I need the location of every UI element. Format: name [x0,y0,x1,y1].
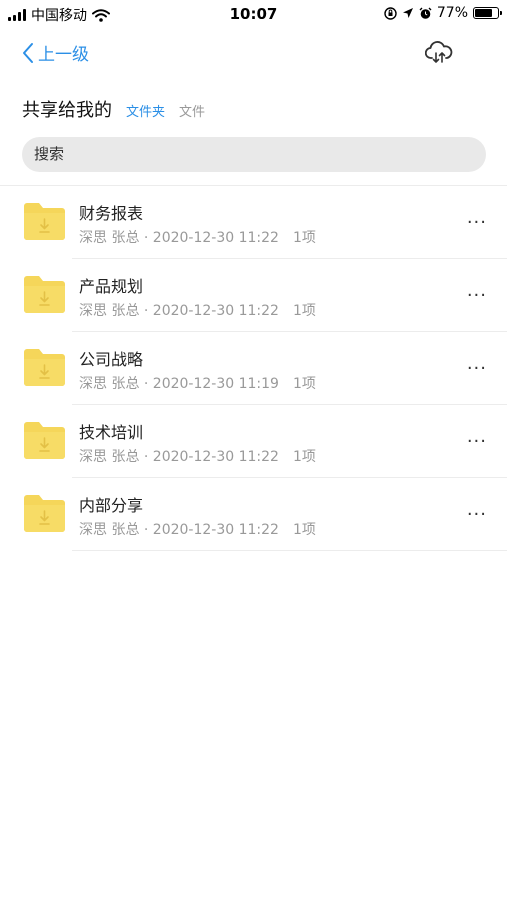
battery-fill [475,9,492,17]
folder-meta: 深思 张总 · 2020-12-30 11:22 1项 [79,300,316,320]
shared-folder-icon [22,273,67,315]
status-right: 77% [384,5,502,21]
folder-row[interactable]: 财务报表 深思 张总 · 2020-12-30 11:22 1项 ··· [0,186,507,259]
folder-name: 公司战略 [79,350,144,369]
back-label: 上一级 [38,45,89,65]
nav-bar: 上一级 [0,34,507,74]
folder-owner-date: 深思 张总 · 2020-12-30 11:22 [79,522,279,538]
alarm-icon [419,7,432,19]
folder-name: 财务报表 [79,204,144,223]
more-options-icon[interactable]: ··· [467,285,487,306]
cloud-transfer-icon[interactable] [425,40,453,66]
folder-row[interactable]: 公司战略 深思 张总 · 2020-12-30 11:19 1项 ··· [0,332,507,405]
folder-meta: 深思 张总 · 2020-12-30 11:19 1项 [79,373,316,393]
filter-folder-tab[interactable]: 文件夹 [126,101,165,120]
status-bar: 中国移动 10:07 77% [0,0,507,28]
folder-row[interactable]: 技术培训 深思 张总 · 2020-12-30 11:22 1项 ··· [0,405,507,478]
folder-count: 1项 [292,522,316,538]
folder-count: 1项 [292,376,316,392]
folder-owner-date: 深思 张总 · 2020-12-30 11:22 [79,230,279,246]
more-options-icon[interactable]: ··· [467,212,487,233]
folder-row[interactable]: 内部分享 深思 张总 · 2020-12-30 11:22 1项 ··· [0,478,507,551]
more-options-icon[interactable]: ··· [467,504,487,525]
battery-icon [473,7,502,19]
more-options-icon[interactable]: ··· [467,358,487,379]
folder-count: 1项 [292,230,316,246]
shared-folder-icon [22,346,67,388]
row-divider [72,550,507,551]
folder-owner-date: 深思 张总 · 2020-12-30 11:22 [79,449,279,465]
title-row: 共享给我的 文件夹 文件 [22,96,205,122]
filter-file-tab[interactable]: 文件 [179,101,205,120]
folder-row[interactable]: 产品规划 深思 张总 · 2020-12-30 11:22 1项 ··· [0,259,507,332]
battery-percent: 77% [436,5,468,21]
page-title: 共享给我的 [22,100,112,121]
folder-count: 1项 [292,303,316,319]
folder-owner-date: 深思 张总 · 2020-12-30 11:22 [79,303,279,319]
folder-meta: 深思 张总 · 2020-12-30 11:22 1项 [79,446,316,466]
orientation-lock-icon [384,6,397,20]
folder-name: 技术培训 [79,423,144,442]
chevron-left-icon [23,42,33,63]
folder-name: 产品规划 [79,277,144,296]
shared-folder-icon [22,419,67,461]
back-button[interactable]: 上一级 [22,40,89,65]
search-input[interactable]: 搜索 [22,137,486,172]
more-options-icon[interactable]: ··· [467,431,487,452]
folder-meta: 深思 张总 · 2020-12-30 11:22 1项 [79,519,316,539]
folder-owner-date: 深思 张总 · 2020-12-30 11:19 [79,376,279,392]
folder-list: 财务报表 深思 张总 · 2020-12-30 11:22 1项 ··· 产品规划… [0,186,507,551]
location-arrow-icon [402,8,413,18]
shared-folder-icon [22,200,67,242]
shared-folder-icon [22,492,67,534]
folder-meta: 深思 张总 · 2020-12-30 11:22 1项 [79,227,316,247]
folder-name: 内部分享 [79,496,144,515]
folder-count: 1项 [292,449,316,465]
